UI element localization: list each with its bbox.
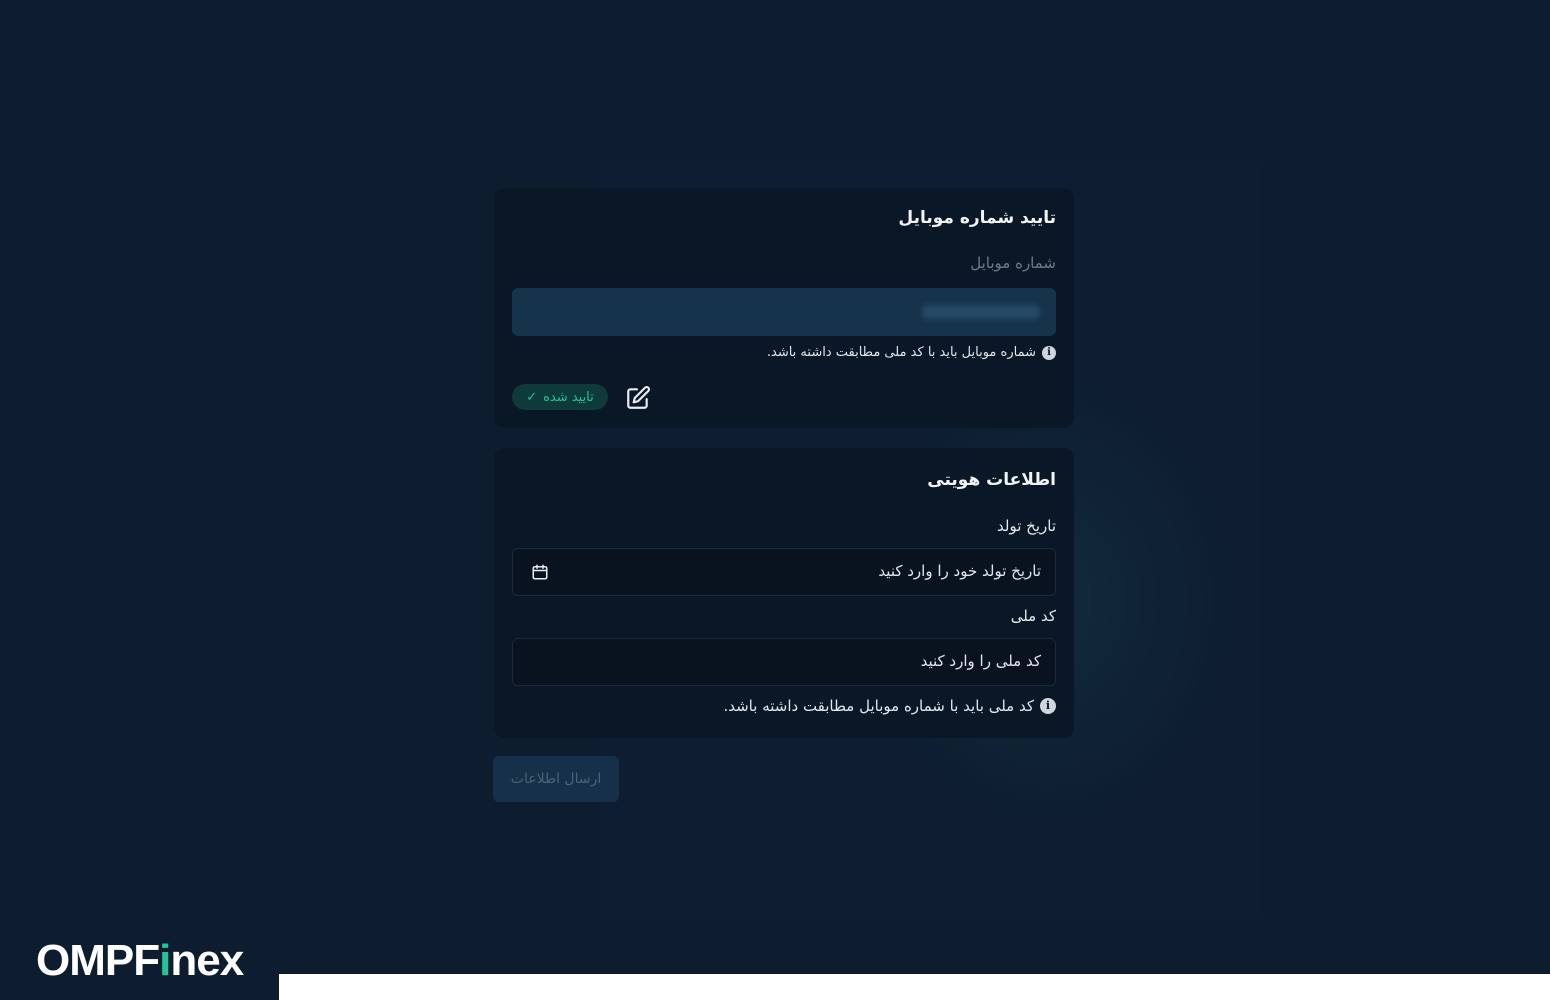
verified-badge-text: تایید شده [543,389,594,405]
national-code-label: کد ملی [1010,607,1056,625]
national-code-hint-text: کد ملی باید با شماره موبایل مطابقت داشته… [723,697,1034,715]
national-code-input[interactable]: کد ملی را وارد کنید [512,638,1056,686]
mobile-value-blurred [922,305,1040,319]
birthdate-label: تاریخ تولد [997,517,1056,535]
mobile-hint: i شماره موبایل باید با کد ملی مطابقت داش… [767,345,1056,360]
check-icon: ✓ [526,389,538,405]
mobile-section-title: تایید شماره موبایل [898,208,1056,228]
calendar-icon[interactable] [531,563,549,581]
mobile-input[interactable] [512,288,1056,336]
national-code-hint: i کد ملی باید با شماره موبایل مطابقت داش… [723,697,1056,715]
identity-info-card: اطلاعات هویتی تاریخ تولد تاریخ تولد خود … [494,448,1074,738]
bottom-white-bar [279,974,1550,1000]
edit-icon[interactable] [625,385,651,411]
birthdate-placeholder: تاریخ تولد خود را وارد کنید [878,562,1041,580]
mobile-field-label: شماره موبایل [970,254,1056,272]
birthdate-input[interactable]: تاریخ تولد خود را وارد کنید [512,548,1056,596]
mobile-hint-text: شماره موبایل باید با کد ملی مطابقت داشته… [766,345,1036,360]
mobile-verification-card: تایید شماره موبایل شماره موبایل i شماره … [494,188,1074,428]
brand-logo: OMPFinex [36,936,244,985]
national-code-placeholder: کد ملی را وارد کنید [920,652,1041,670]
identity-section-title: اطلاعات هویتی [927,470,1056,490]
info-icon: i [1042,345,1056,360]
page-background: تایید شماره موبایل شماره موبایل i شماره … [0,0,1550,1000]
submit-button[interactable]: ارسال اطلاعات [493,756,619,802]
verified-badge: تایید شده ✓ [512,384,608,410]
info-icon: i [1040,698,1056,714]
